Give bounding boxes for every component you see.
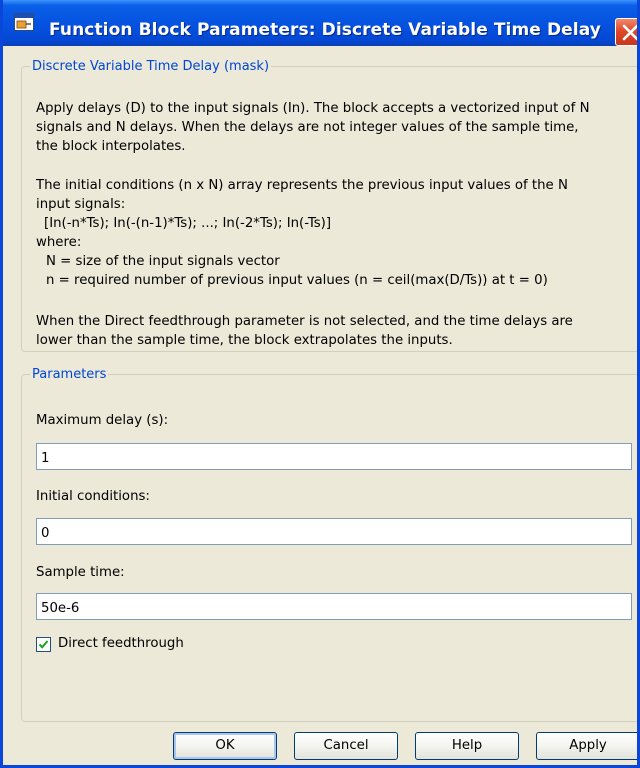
description-definition: n = required number of previous input va… <box>46 273 548 288</box>
description-line: signals and N delays. When the delays ar… <box>36 120 579 135</box>
description-line: lower than the sample time, the block ex… <box>36 333 453 348</box>
sample-time-label: Sample time: <box>36 565 125 580</box>
description-formula: [In(-n*Ts); In(-(n-1)*Ts); ...; In(-2*Ts… <box>44 216 332 231</box>
direct-feedthrough-label[interactable]: Direct feedthrough <box>58 636 184 651</box>
title-bar[interactable]: Function Block Parameters: Discrete Vari… <box>3 0 637 46</box>
close-button[interactable] <box>615 18 637 46</box>
initial-conditions-input[interactable] <box>36 518 632 545</box>
description-line: Apply delays (D) to the input signals (I… <box>36 101 590 116</box>
dialog-window: Function Block Parameters: Discrete Vari… <box>0 0 640 768</box>
checkmark-icon <box>38 640 49 649</box>
description-line: where: <box>36 235 82 250</box>
cancel-button[interactable]: Cancel <box>294 732 398 760</box>
direct-feedthrough-checkbox[interactable] <box>36 637 51 652</box>
help-button[interactable]: Help <box>415 732 519 760</box>
description-line: input signals: <box>36 197 126 212</box>
description-paragraph-3: When the Direct feedthrough parameter is… <box>36 312 634 350</box>
sample-time-input[interactable] <box>36 593 632 620</box>
description-group: Discrete Variable Time Delay (mask) Appl… <box>21 59 637 352</box>
description-paragraph-2: The initial conditions (n x N) array rep… <box>36 176 634 290</box>
close-icon <box>622 24 637 41</box>
ok-button[interactable]: OK <box>173 732 277 760</box>
initial-conditions-label: Initial conditions: <box>36 489 150 504</box>
window-title: Function Block Parameters: Discrete Vari… <box>49 20 601 40</box>
simulink-block-icon <box>14 13 34 31</box>
description-paragraph-1: Apply delays (D) to the input signals (I… <box>36 99 634 156</box>
description-legend: Discrete Variable Time Delay (mask) <box>32 59 270 74</box>
description-line: When the Direct feedthrough parameter is… <box>36 314 573 329</box>
apply-button[interactable]: Apply <box>536 732 637 760</box>
description-line: The initial conditions (n x N) array rep… <box>36 178 568 193</box>
parameters-group: Parameters Maximum delay (s): Initial co… <box>21 367 637 722</box>
description-definition: N = size of the input signals vector <box>46 254 280 269</box>
description-line: the block interpolates. <box>36 139 186 154</box>
max-delay-input[interactable] <box>36 443 632 470</box>
max-delay-label: Maximum delay (s): <box>36 413 169 428</box>
parameters-legend: Parameters <box>32 367 107 382</box>
